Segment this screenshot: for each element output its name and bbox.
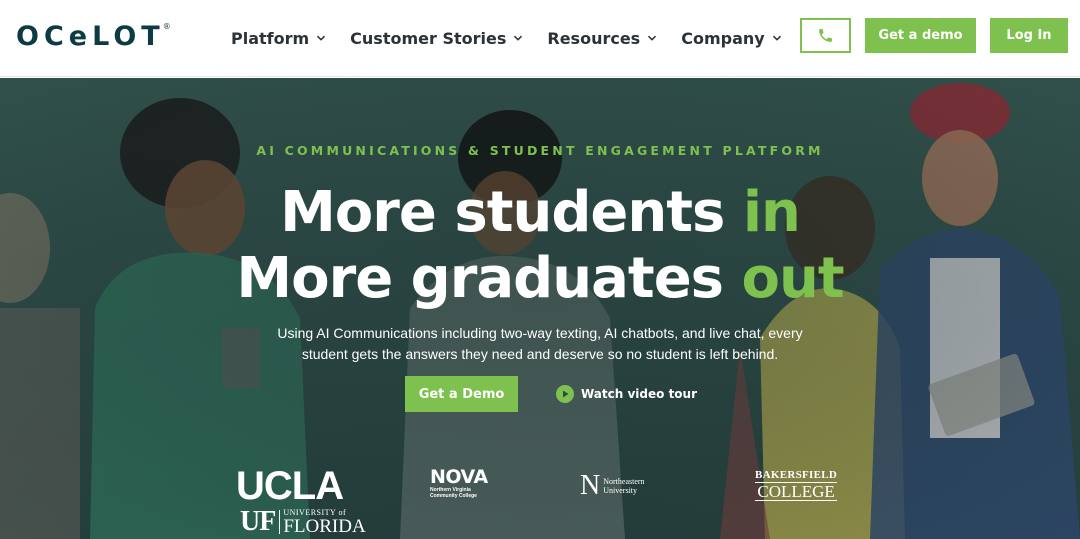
headline-line-2: More graduates out bbox=[0, 246, 1080, 312]
nav-platform[interactable]: Platform bbox=[231, 24, 326, 52]
nav-resources[interactable]: Resources bbox=[547, 24, 657, 52]
hero-eyebrow: AI COMMUNICATIONS & STUDENT ENGAGEMENT P… bbox=[256, 143, 824, 158]
hero-subtext: Using AI Communications including two-wa… bbox=[277, 325, 803, 362]
chevron-down-icon bbox=[514, 35, 523, 41]
play-circle-icon bbox=[556, 385, 574, 403]
uf-logo: UF UNIVERSITY of FLORIDA bbox=[240, 507, 366, 537]
chevron-down-icon bbox=[772, 35, 781, 41]
registered-mark: ® bbox=[162, 22, 171, 31]
headline-text: More graduates bbox=[236, 246, 742, 311]
hero-get-demo-button[interactable]: Get a Demo bbox=[405, 376, 518, 412]
main-nav: Platform Customer Stories Resources Comp… bbox=[231, 24, 806, 52]
phone-button[interactable] bbox=[800, 18, 851, 53]
uf-wordmark: UNIVERSITY of FLORIDA bbox=[283, 508, 365, 536]
site-header: OCeLOT ® Platform Customer Stories Resou… bbox=[0, 0, 1080, 77]
headline-accent: out bbox=[741, 246, 845, 311]
nav-label: Resources bbox=[547, 28, 641, 48]
chevron-down-icon bbox=[317, 35, 326, 41]
uf-mark: UF bbox=[240, 506, 276, 537]
nav-label: Company bbox=[681, 28, 765, 48]
watch-video-link[interactable]: Watch video tour bbox=[556, 384, 697, 404]
hero-headline: More students in More graduates out bbox=[0, 180, 1080, 312]
phone-icon bbox=[819, 29, 832, 42]
chevron-down-icon bbox=[648, 35, 657, 41]
northeastern-wordmark: Northeastern University bbox=[603, 477, 644, 495]
nav-company[interactable]: Company bbox=[681, 24, 781, 52]
get-demo-button[interactable]: Get a demo bbox=[865, 18, 976, 53]
nova-mark: NOVA bbox=[430, 466, 488, 488]
northeastern-line-2: University bbox=[603, 486, 638, 495]
uf-divider bbox=[279, 510, 281, 534]
ucla-logo: UCLA bbox=[236, 464, 344, 508]
watch-video-label: Watch video tour bbox=[581, 387, 698, 401]
nova-logo: NOVA Northern Virginia Community College bbox=[430, 467, 488, 499]
ocelot-logo[interactable]: OCeLOT ® bbox=[16, 17, 171, 57]
nova-line-2: Community College bbox=[430, 493, 477, 499]
bakersfield-bottom: COLLEGE bbox=[755, 482, 838, 501]
headline-line-1: More students in bbox=[0, 180, 1080, 246]
nav-label: Customer Stories bbox=[350, 28, 507, 48]
northeastern-logo: N Northeastern University bbox=[580, 472, 645, 500]
headline-accent: in bbox=[742, 180, 801, 245]
logo-text: OCeLOT bbox=[16, 21, 165, 52]
headline-text: More students bbox=[280, 180, 743, 245]
nav-customer-stories[interactable]: Customer Stories bbox=[350, 24, 523, 52]
northeastern-mark: N bbox=[580, 470, 601, 501]
bakersfield-top: BAKERSFIELD bbox=[755, 469, 838, 481]
uf-bottom-text: FLORIDA bbox=[283, 516, 366, 537]
northeastern-line-1: Northeastern bbox=[603, 477, 645, 486]
hero-section: AI COMMUNICATIONS & STUDENT ENGAGEMENT P… bbox=[0, 78, 1080, 539]
bakersfield-logo: BAKERSFIELD COLLEGE bbox=[755, 469, 838, 501]
login-button[interactable]: Log In bbox=[990, 18, 1068, 53]
nav-label: Platform bbox=[231, 28, 310, 48]
